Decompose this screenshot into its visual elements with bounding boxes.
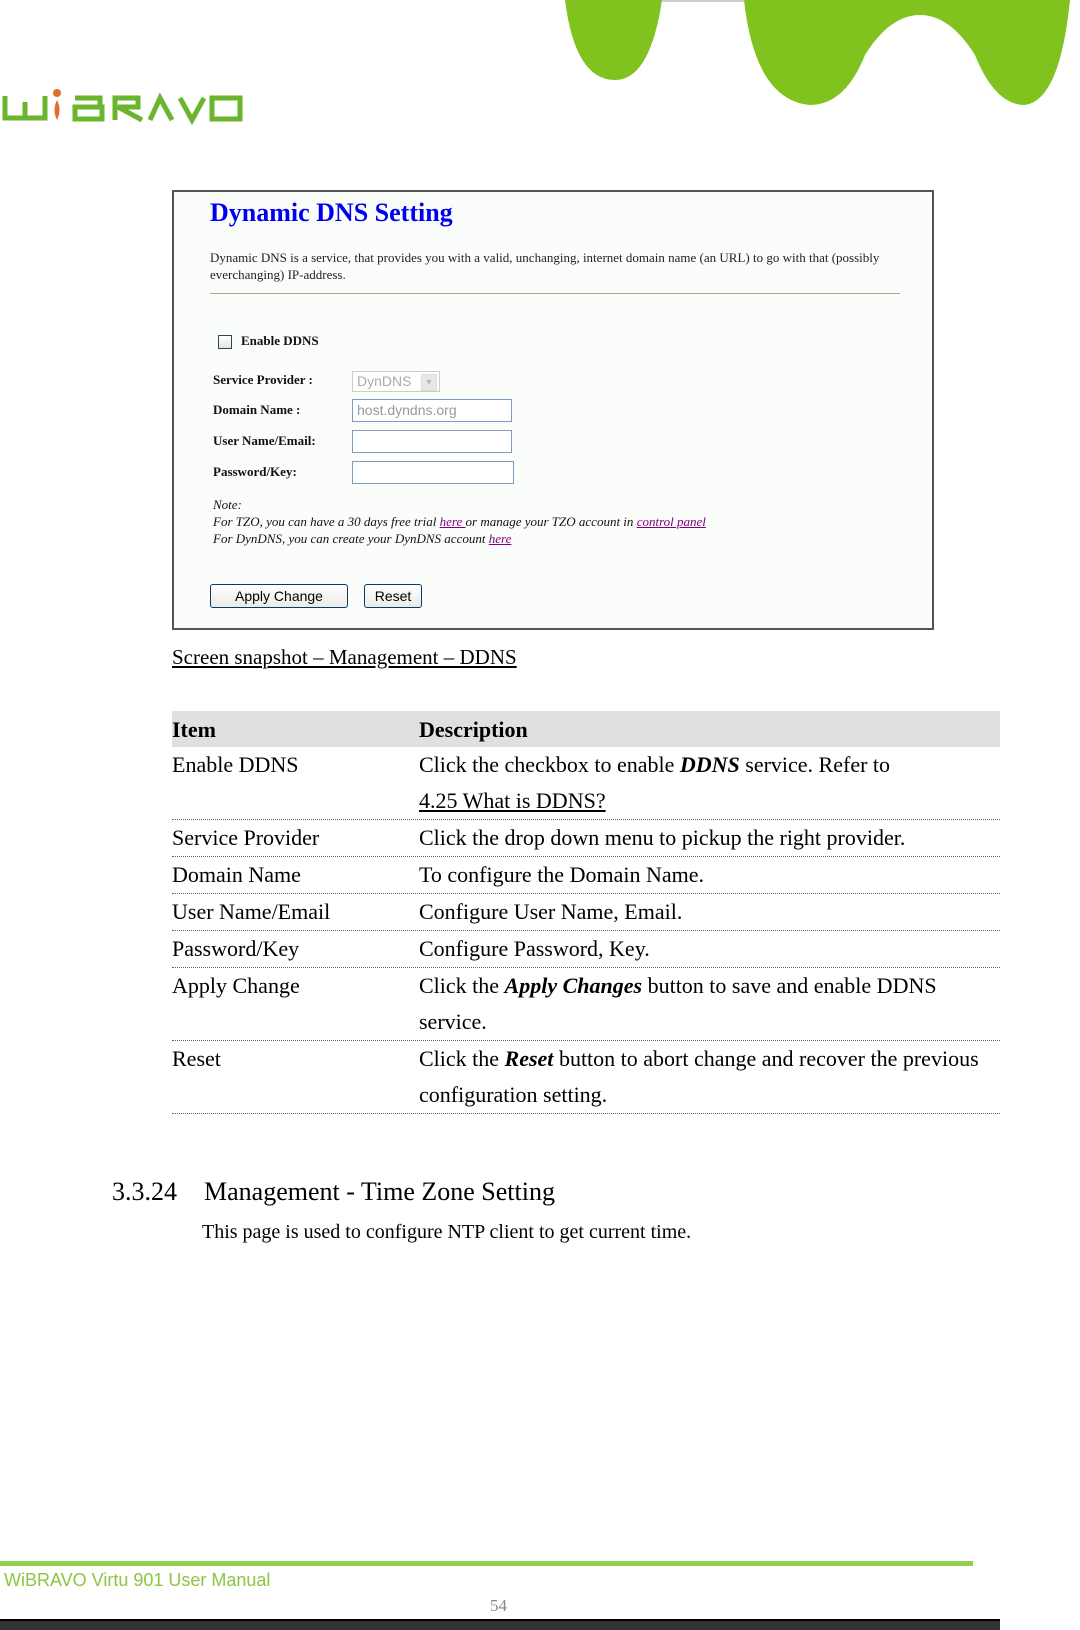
section-description: This page is used to configure NTP clien… — [202, 1221, 692, 1243]
footer-bar — [0, 1619, 1000, 1630]
service-provider-select[interactable]: DynDNS ▼ — [352, 371, 440, 392]
section-number: 3.3.24 — [112, 1177, 177, 1206]
item-cell: Apply Change — [172, 973, 300, 998]
description-cell: Configure User Name, Email. — [419, 899, 683, 924]
description-cell: Click the Apply Changes button to save a… — [419, 968, 959, 1040]
control-panel-link[interactable]: control panel — [637, 514, 706, 529]
domain-name-input[interactable]: host.dyndns.org — [352, 399, 512, 422]
table-header: Item Description — [172, 711, 1000, 747]
description-cell: Click the drop down menu to pickup the r… — [419, 825, 906, 850]
item-cell: Password/Key — [172, 936, 300, 961]
column-header-item: Item — [172, 717, 216, 742]
note-dyndns-line: For DynDNS, you can create your DynDNS a… — [213, 531, 511, 547]
what-is-ddns-link[interactable]: 4.25 What is DDNS? — [419, 788, 606, 813]
chevron-down-icon[interactable]: ▼ — [421, 374, 437, 391]
enable-ddns-label: Enable DDNS — [241, 333, 319, 348]
table-row: Service Provider Click the drop down men… — [172, 820, 1000, 857]
table-row: Password/Key Configure Password, Key. — [172, 931, 1000, 968]
note-text: or manage your TZO account in — [465, 514, 637, 529]
password-key-input[interactable] — [352, 461, 514, 484]
desc-text: Click the checkbox to enable — [419, 752, 680, 777]
description-cell: To configure the Domain Name. — [419, 862, 704, 887]
footer-manual-title: WiBRAVO Virtu 901 User Manual — [4, 1570, 271, 1590]
user-name-email-label: User Name/Email: — [213, 433, 316, 448]
figure-caption: Screen snapshot – Management – DDNS — [172, 645, 517, 669]
apply-change-button[interactable]: Apply Change — [210, 584, 348, 608]
section-title: Management - Time Zone Setting — [204, 1177, 555, 1206]
column-header-description: Description — [419, 717, 528, 742]
note-tzo-line: For TZO, you can have a 30 days free tri… — [213, 514, 706, 530]
desc-text: service. Refer to — [739, 752, 891, 777]
desc-text: Click the — [419, 1046, 505, 1071]
note-text: For DynDNS, you can create your DynDNS a… — [213, 531, 489, 546]
description-cell: Click the Reset button to abort change a… — [419, 1041, 979, 1113]
item-cell: Service Provider — [172, 825, 320, 850]
wibravo-logo — [2, 89, 243, 126]
table-row: Apply Change Click the Apply Changes but… — [172, 968, 1000, 1041]
item-cell: Domain Name — [172, 862, 301, 887]
table-row: Enable DDNS Click the checkbox to enable… — [172, 747, 1000, 820]
user-name-email-input[interactable] — [352, 430, 512, 453]
footer-rule — [0, 1561, 973, 1566]
desc-emphasis: Reset — [504, 1046, 554, 1071]
description-table: Item Description Enable DDNS Click the c… — [172, 711, 1000, 1114]
desc-emphasis: Apply Changes — [504, 973, 643, 998]
page-number: 54 — [490, 1596, 507, 1615]
tzo-trial-link[interactable]: here — [440, 514, 466, 529]
item-cell: Enable DDNS — [172, 752, 299, 777]
dyndns-account-link[interactable]: here — [489, 531, 512, 546]
password-key-label: Password/Key: — [213, 464, 297, 479]
item-cell: User Name/Email — [172, 899, 331, 924]
desc-emphasis: DDNS — [679, 752, 740, 777]
ddns-screen-snapshot: Dynamic DNS Setting Dynamic DNS is a ser… — [172, 190, 934, 630]
divider — [210, 293, 900, 294]
desc-text: Click the — [419, 973, 505, 998]
enable-ddns-checkbox[interactable] — [218, 335, 232, 349]
section-heading: 3.3.24 Management - Time Zone Setting — [112, 1177, 555, 1207]
note-heading: Note: — [213, 497, 242, 512]
ddns-intro-text: Dynamic DNS is a service, that provides … — [210, 250, 880, 282]
domain-name-label: Domain Name : — [213, 402, 301, 417]
table-row: User Name/Email Configure User Name, Ema… — [172, 894, 1000, 931]
description-cell: Click the checkbox to enable DDNS servic… — [419, 747, 1000, 819]
service-provider-value: DynDNS — [357, 373, 412, 389]
reset-button[interactable]: Reset — [364, 584, 422, 608]
description-cell: Configure Password, Key. — [419, 936, 650, 961]
table-row: Domain Name To configure the Domain Name… — [172, 857, 1000, 894]
table-row: Reset Click the Reset button to abort ch… — [172, 1041, 1000, 1114]
item-cell: Reset — [172, 1046, 221, 1071]
ddns-page-title: Dynamic DNS Setting — [210, 198, 453, 227]
note-text: For TZO, you can have a 30 days free tri… — [213, 514, 440, 529]
service-provider-label: Service Provider : — [213, 372, 313, 387]
